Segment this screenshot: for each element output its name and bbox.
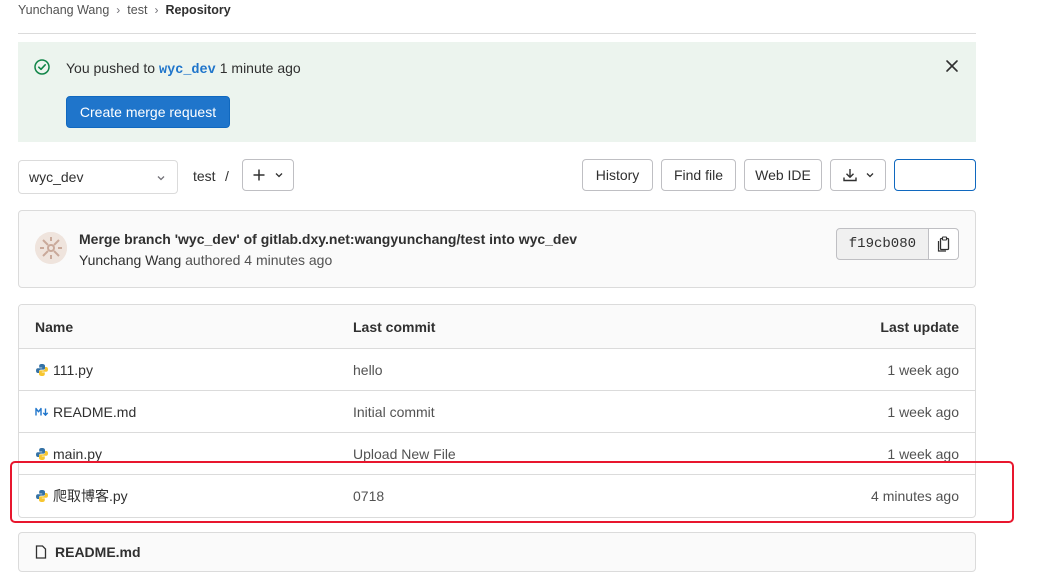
- plus-icon: [253, 169, 265, 181]
- column-header-last-commit: Last commit: [353, 318, 436, 335]
- commit-sha-group: f19cb080: [835, 228, 959, 260]
- commit-author-link[interactable]: Yunchang Wang: [79, 252, 181, 268]
- copy-sha-button[interactable]: [929, 228, 959, 260]
- branch-selector-label: wyc_dev: [29, 169, 84, 185]
- commit-sha-button[interactable]: f19cb080: [835, 228, 929, 260]
- file-name-cell: 111.py: [35, 362, 93, 378]
- create-merge-request-button[interactable]: Create merge request: [66, 96, 230, 128]
- chevron-down-icon: [157, 176, 165, 181]
- avatar[interactable]: [35, 232, 67, 264]
- column-header-name: Name: [35, 318, 74, 335]
- divider: [18, 33, 976, 34]
- commit-authored-label: authored: [185, 252, 241, 268]
- history-button[interactable]: History: [582, 159, 653, 191]
- chevron-right-icon: ›: [154, 3, 159, 17]
- file-name-link[interactable]: 111.py: [53, 362, 93, 378]
- table-row[interactable]: README.md Initial commit 1 week ago: [19, 391, 975, 433]
- web-ide-button[interactable]: Web IDE: [744, 159, 822, 191]
- table-row[interactable]: main.py Upload New File 1 week ago: [19, 433, 975, 475]
- last-commit-panel: Merge branch 'wyc_dev' of gitlab.dxy.net…: [18, 210, 976, 288]
- add-dropdown-button[interactable]: [242, 159, 294, 191]
- branch-selector[interactable]: wyc_dev: [18, 160, 178, 194]
- chevron-right-icon: ›: [116, 3, 121, 17]
- identicon-icon: [35, 232, 67, 264]
- file-name-cell: README.md: [35, 404, 136, 420]
- breadcrumb-current[interactable]: Repository: [165, 3, 230, 17]
- chevron-down-icon: [953, 173, 961, 178]
- file-last-update: 1 week ago: [887, 403, 959, 420]
- chevron-down-icon: [275, 173, 283, 178]
- file-name-link[interactable]: main.py: [53, 446, 102, 462]
- file-name-cell: 爬取博客.py: [35, 486, 128, 506]
- clone-button[interactable]: Clone: [894, 159, 976, 191]
- file-last-commit-link[interactable]: 0718: [353, 488, 384, 504]
- table-row[interactable]: 爬取博客.py 0718 4 minutes ago: [19, 475, 975, 517]
- chevron-down-icon: [866, 173, 873, 178]
- file-name-link[interactable]: README.md: [53, 404, 136, 420]
- file-name-cell: main.py: [35, 446, 102, 462]
- python-file-icon: [35, 489, 49, 503]
- copy-icon: [937, 236, 949, 252]
- path-root-link[interactable]: test: [193, 168, 216, 184]
- alert-prefix: You pushed to: [66, 60, 156, 76]
- file-last-commit-link[interactable]: hello: [353, 362, 383, 378]
- file-last-commit-link[interactable]: Upload New File: [353, 446, 456, 462]
- commit-title-link[interactable]: Merge branch 'wyc_dev' of gitlab.dxy.net…: [79, 231, 577, 247]
- clone-label: Clone: [907, 167, 945, 183]
- find-file-button[interactable]: Find file: [661, 159, 736, 191]
- table-row[interactable]: 111.py hello 1 week ago: [19, 349, 975, 391]
- readme-panel: README.md: [18, 532, 976, 572]
- alert-time: 1 minute ago: [219, 60, 301, 76]
- file-last-update: 4 minutes ago: [871, 488, 959, 504]
- breadcrumb-project[interactable]: test: [127, 3, 147, 17]
- file-last-update: 1 week ago: [887, 361, 959, 378]
- python-file-icon: [35, 447, 49, 461]
- download-button[interactable]: [830, 159, 886, 191]
- alert-branch-link[interactable]: wyc_dev: [159, 63, 216, 78]
- push-alert: You pushed to wyc_dev 1 minute ago Create …: [18, 42, 976, 142]
- download-icon: [842, 169, 857, 182]
- file-last-commit-link[interactable]: Initial commit: [353, 404, 435, 420]
- breadcrumb-user[interactable]: Yunchang Wang: [18, 3, 109, 17]
- table-header: Name Last commit Last update: [19, 305, 975, 349]
- commit-meta: Yunchang Wang authored 4 minutes ago: [79, 252, 332, 268]
- file-tree-table: Name Last commit Last update 111.py hell…: [18, 304, 976, 518]
- python-file-icon: [35, 363, 49, 377]
- breadcrumb: Yunchang Wang › test › Repository: [18, 2, 231, 18]
- file-icon: [35, 545, 47, 559]
- close-icon[interactable]: [945, 59, 959, 73]
- column-header-last-update: Last update: [880, 318, 959, 335]
- readme-title: README.md: [55, 544, 141, 560]
- alert-message: You pushed to wyc_dev 1 minute ago: [66, 60, 301, 78]
- markdown-file-icon: [35, 405, 49, 419]
- path-separator: /: [225, 168, 229, 184]
- file-last-update: 1 week ago: [887, 445, 959, 462]
- file-name-link[interactable]: 爬取博客.py: [53, 486, 128, 506]
- commit-time: 4 minutes ago: [244, 252, 333, 268]
- check-circle-icon: [34, 59, 50, 75]
